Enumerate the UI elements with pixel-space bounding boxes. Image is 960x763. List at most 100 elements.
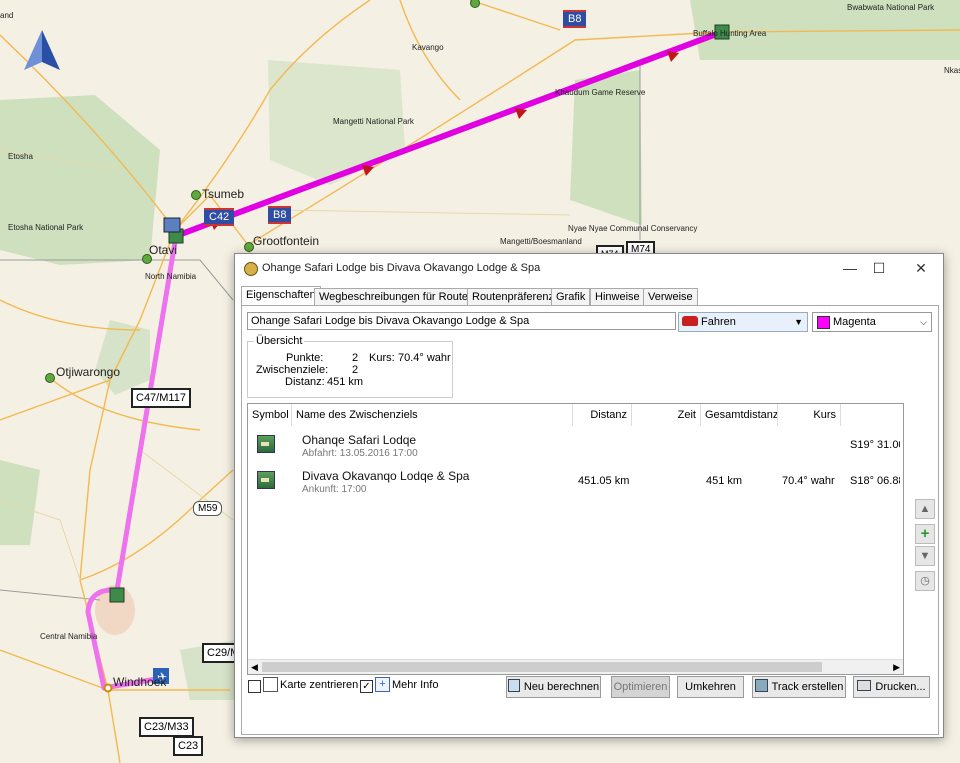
road-shield: B8 xyxy=(268,206,292,224)
city-label: Windhoek xyxy=(113,675,167,689)
center-map-checkbox[interactable] xyxy=(248,680,261,693)
more-info-checkbox[interactable]: ✓ xyxy=(360,680,373,693)
region-label: Khaudum Game Reserve xyxy=(555,88,646,97)
region-label: Etosha xyxy=(8,152,33,161)
waypoint-marker xyxy=(109,587,125,603)
move-down-button[interactable]: ▼ xyxy=(915,546,935,566)
printer-icon xyxy=(857,680,872,691)
route-name-field[interactable]: Ohange Safari Lodge bis Divava Okavango … xyxy=(247,312,676,330)
travel-mode-label: Fahren xyxy=(701,316,736,328)
waypoint-name: Ohanqe Safari Lodqe xyxy=(302,433,417,447)
print-label: Drucken... xyxy=(875,681,926,693)
waypoint-lodge-icon xyxy=(257,471,275,489)
scroll-right-icon[interactable]: ▶ xyxy=(893,660,900,674)
travel-mode-dropdown[interactable]: Fahren ▼ xyxy=(678,312,808,332)
road-shield: C47/M117 xyxy=(131,388,191,408)
col-header-total[interactable]: Gesamtdistanz xyxy=(701,404,778,426)
waypoint-position: S18° 06.88 xyxy=(850,475,900,487)
track-icon xyxy=(754,679,768,692)
minimize-button[interactable]: — xyxy=(838,258,862,278)
col-header-position[interactable] xyxy=(841,404,901,426)
triangle-down-icon: ▼ xyxy=(919,550,931,562)
via-label: Zwischenziele: xyxy=(256,364,329,376)
car-icon xyxy=(682,316,698,326)
chevron-down-icon: ▼ xyxy=(794,317,803,327)
plus-icon: + xyxy=(920,525,930,542)
center-map-label: Karte zentrieren xyxy=(280,679,359,691)
points-value: 2 xyxy=(352,352,359,364)
waypoint-distance: 451.05 km xyxy=(578,475,630,487)
route-color-dropdown[interactable]: Magenta ⌵ xyxy=(812,312,932,332)
region-label: and xyxy=(0,11,14,20)
col-header-name[interactable]: Name des Zwischenziels xyxy=(292,404,573,426)
via-value: 2 xyxy=(352,364,359,376)
region-label: Kavango xyxy=(412,43,444,52)
optimize-button[interactable]: Optimieren xyxy=(611,676,670,698)
col-header-distance[interactable]: Distanz xyxy=(573,404,632,426)
color-swatch xyxy=(817,316,830,329)
city-label: Grootfontein xyxy=(253,234,320,248)
color-label: Magenta xyxy=(833,316,876,328)
move-up-button[interactable]: ▲ xyxy=(915,499,935,519)
chevron-down-icon: ⌵ xyxy=(920,317,927,327)
region-label: Nkas xyxy=(944,66,960,75)
recalculate-button[interactable]: Neu berechnen xyxy=(506,676,601,698)
scrollbar-thumb[interactable] xyxy=(262,662,822,672)
city-dot-windhoek xyxy=(103,683,113,693)
region-label: Nyae Nyae Communal Conservancy xyxy=(568,224,698,233)
close-button[interactable]: ✕ xyxy=(909,258,933,278)
print-button[interactable]: Drucken... xyxy=(853,676,930,698)
region-label: Etosha National Park xyxy=(8,223,84,232)
reverse-button[interactable]: Umkehren xyxy=(677,676,744,698)
region-label: Bwabwata National Park xyxy=(847,3,935,12)
horizontal-scrollbar[interactable]: ◀ ▶ xyxy=(248,659,903,674)
waypoint-name: Divava Okavanqo Lodqe & Spa xyxy=(302,469,470,483)
road-shield: C23/M33 xyxy=(139,717,194,737)
recalculate-label: Neu berechnen xyxy=(523,681,600,693)
calculator-icon xyxy=(507,679,520,692)
more-info-label: Mehr Info xyxy=(392,679,439,691)
tab-routenpraeferenz[interactable]: Routenpräferenz xyxy=(467,288,559,305)
road-shield: C23 xyxy=(173,736,204,756)
waypoint-total-distance: 451 km xyxy=(706,475,743,487)
tab-eigenschaften[interactable]: Eigenschaften xyxy=(241,286,321,306)
city-label: Otavi xyxy=(149,243,178,257)
add-waypoint-button[interactable]: + xyxy=(915,524,935,544)
maximize-button[interactable]: ☐ xyxy=(867,258,891,278)
waypoint-arrival: Ankunft: 17:00 xyxy=(302,484,367,495)
distance-value: 451 km xyxy=(327,376,364,388)
city-label: Otjiwarongo xyxy=(56,365,121,379)
create-track-label: Track erstellen xyxy=(771,681,844,693)
tab-wegbeschreibungen[interactable]: Wegbeschreibungen für Routen xyxy=(314,288,480,305)
waypoint-table[interactable]: Symbol Name des Zwischenziels Distanz Ze… xyxy=(247,403,904,675)
city-dot-otjiwarongo xyxy=(45,373,55,383)
app-icon xyxy=(244,262,258,276)
triangle-up-icon: ▲ xyxy=(919,503,931,515)
distance-label: Distanz: xyxy=(285,376,325,388)
col-header-course[interactable]: Kurs xyxy=(778,404,841,426)
course-value: 70.4° wahr xyxy=(398,352,451,364)
summary-legend: Übersicht xyxy=(254,335,305,347)
info-plus-icon: + xyxy=(375,677,390,692)
waypoint-lodge-icon xyxy=(257,435,275,453)
tab-hinweise[interactable]: Hinweise xyxy=(590,288,645,305)
time-button[interactable]: ◷ xyxy=(915,571,935,591)
scroll-left-icon[interactable]: ◀ xyxy=(251,660,258,674)
tab-grafik[interactable]: Grafik xyxy=(551,288,591,305)
waypoint-course: 70.4° wahr xyxy=(782,475,835,487)
route-properties-dialog: Ohange Safari Lodge bis Divava Okavango … xyxy=(234,253,944,738)
region-label: Mangetti/Boesmanland xyxy=(500,237,582,246)
title-bar[interactable]: Ohange Safari Lodge bis Divava Okavango … xyxy=(235,254,943,282)
create-track-button[interactable]: Track erstellen xyxy=(752,676,846,698)
properties-panel: Ohange Safari Lodge bis Divava Okavango … xyxy=(241,305,939,735)
reverse-label: Umkehren xyxy=(685,681,736,693)
city-dot-north xyxy=(470,0,480,8)
road-shield: C42 xyxy=(204,208,235,226)
clock-icon: ◷ xyxy=(920,575,930,587)
col-header-time[interactable]: Zeit xyxy=(632,404,701,426)
points-label: Punkte: xyxy=(286,352,324,364)
col-header-symbol[interactable]: Symbol xyxy=(248,404,292,426)
road-shield: B8 xyxy=(563,10,587,28)
tab-verweise[interactable]: Verweise xyxy=(643,288,698,305)
dialog-title: Ohange Safari Lodge bis Divava Okavango … xyxy=(262,262,541,274)
